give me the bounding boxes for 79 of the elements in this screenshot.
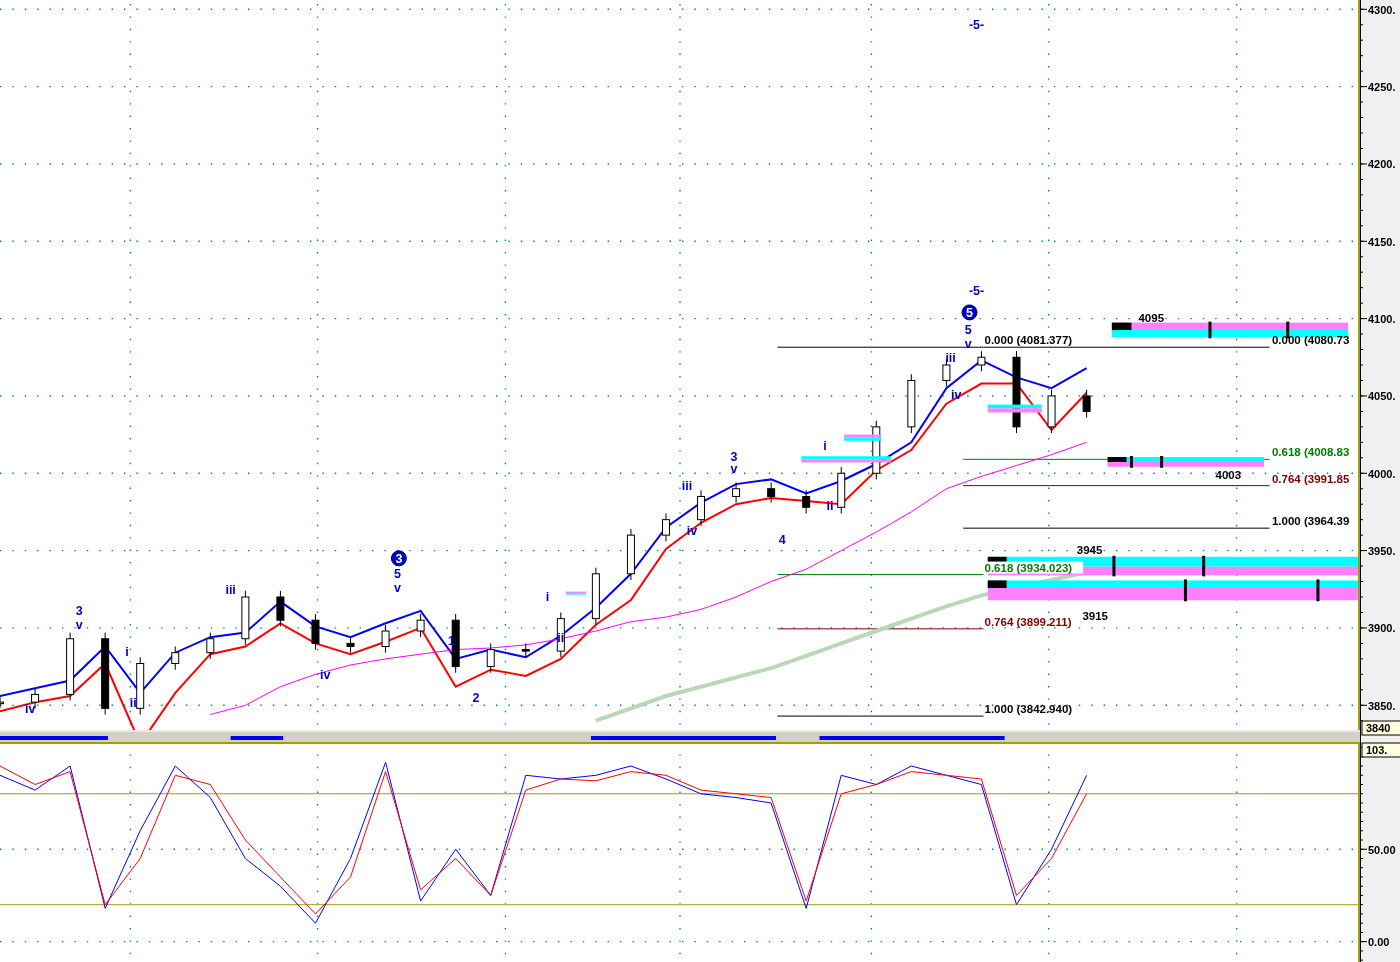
wave-label: i xyxy=(125,644,129,659)
price-candle xyxy=(276,590,285,627)
wave-label: -5- xyxy=(968,18,985,33)
fib-level-label: 0.000 (4080.73 xyxy=(1271,334,1350,347)
wave-label: v xyxy=(730,462,738,477)
wave-count-badge: 5 xyxy=(961,304,978,321)
zone-price-label: 3945 xyxy=(1076,543,1103,556)
price-candle xyxy=(66,632,75,702)
fib-level-label: 0.618 (4008.83 xyxy=(1271,446,1350,459)
price-axis-label: 3950. xyxy=(1368,545,1396,558)
price-candle xyxy=(907,373,916,434)
zone-price-label: 4095 xyxy=(1138,311,1165,324)
price-candle xyxy=(556,611,565,658)
wave-label: iv xyxy=(320,667,331,682)
price-candle xyxy=(521,642,530,658)
wave-label: i xyxy=(545,590,550,605)
fib-level-label: 0.000 (4081.377) xyxy=(984,334,1073,347)
wave-label: v xyxy=(394,581,401,596)
wave-label: iv xyxy=(24,701,36,716)
wave-label: 3 xyxy=(75,604,83,619)
fib-level-label: 0.618 (3934.023) xyxy=(984,561,1073,574)
price-candle xyxy=(1047,389,1056,434)
price-candle xyxy=(697,489,706,527)
fib-level-label: 1.000 (3964.39 xyxy=(1271,515,1350,528)
wave-label: -5- xyxy=(968,284,985,299)
wave-label: ii xyxy=(557,630,565,645)
fib-level-label: 0.764 (3899.211) xyxy=(984,615,1072,628)
price-axis-label: 4250. xyxy=(1368,81,1396,94)
target-zone xyxy=(844,434,882,441)
price-candle xyxy=(206,632,215,660)
signal-bar xyxy=(230,736,284,740)
wave-label: 3 xyxy=(730,449,738,464)
price-candle xyxy=(802,489,811,514)
oscillator-axis-label: 0.00 xyxy=(1368,936,1390,949)
price-candle xyxy=(346,636,355,654)
wave-label: iii xyxy=(225,582,236,597)
price-candle xyxy=(732,482,741,504)
price-axis-label: 4000. xyxy=(1368,467,1396,480)
price-candle xyxy=(311,613,320,651)
price-axis-label: 3850. xyxy=(1368,699,1396,712)
wave-label: i xyxy=(823,438,827,453)
price-candle xyxy=(241,590,250,646)
wave-label: iii xyxy=(945,350,956,365)
zone-price-label: 4003 xyxy=(1215,468,1242,481)
price-candle xyxy=(1082,389,1091,419)
price-candle xyxy=(416,613,425,638)
price-candle xyxy=(0,695,4,709)
price-candle xyxy=(381,624,390,654)
wave-label: 5 xyxy=(964,322,972,337)
price-candle xyxy=(767,482,776,504)
wave-label: 4 xyxy=(778,533,786,548)
price-candle xyxy=(486,642,495,674)
price-axis-label: 4200. xyxy=(1368,158,1396,171)
wave-label: v xyxy=(75,618,83,633)
target-zone xyxy=(565,591,587,595)
price-axis-label: 4150. xyxy=(1368,235,1396,248)
wave-label: 5 xyxy=(394,567,401,582)
price-candle xyxy=(591,567,600,626)
price-candle xyxy=(977,350,986,372)
wave-count-badge: 3 xyxy=(390,550,407,567)
price-candle xyxy=(626,528,635,581)
price-candle xyxy=(136,656,145,716)
wave-label: 2 xyxy=(472,691,480,705)
oscillator-axis-label: 50.00 xyxy=(1368,843,1396,856)
current-value-badge: 103. xyxy=(1361,742,1400,758)
price-axis-label: 4050. xyxy=(1368,390,1396,403)
current-value-badge: 3840 xyxy=(1361,720,1400,736)
price-candle xyxy=(837,466,846,514)
zone-price-label: 3915 xyxy=(1082,609,1108,622)
price-axis-label: 4300. xyxy=(1368,3,1396,16)
wave-label: ii xyxy=(129,695,137,710)
price-axis-label: 3900. xyxy=(1368,622,1396,635)
wave-label: iii xyxy=(681,479,693,494)
price-candle xyxy=(662,512,670,542)
price-axis-label: 4100. xyxy=(1368,313,1396,326)
target-zone xyxy=(987,404,1042,413)
fib-level-label: 0.764 (3991.85 xyxy=(1271,472,1350,485)
fib-level-label: 1.000 (3842.940) xyxy=(984,703,1073,716)
price-candle xyxy=(171,646,180,671)
